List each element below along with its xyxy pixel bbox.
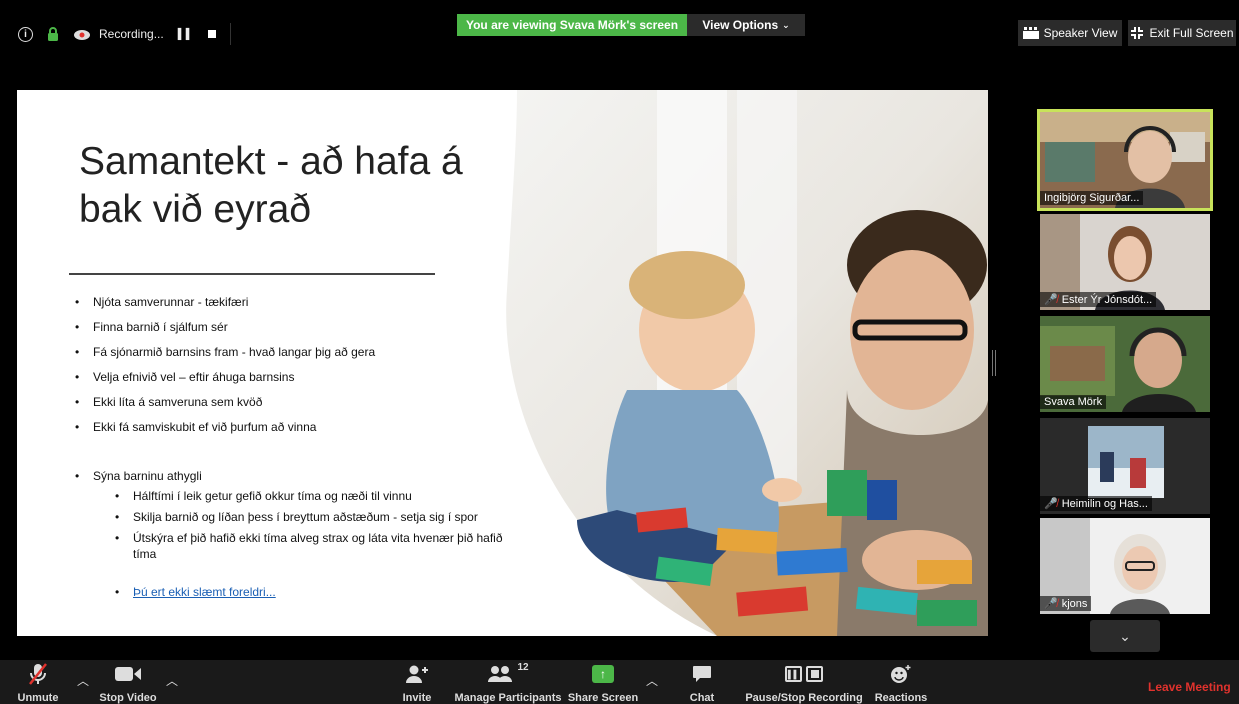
participant-name-label: 🎤̸ Heimilin og Has... <box>1040 496 1152 511</box>
divider <box>229 23 231 45</box>
unmute-label: Unmute <box>17 692 59 704</box>
chevron-down-icon: ⌄ <box>1119 627 1131 644</box>
slide-title: Samantekt - að hafa á bak við eyrað <box>79 140 463 231</box>
exit-fullscreen-label: Exit Full Screen <box>1149 26 1234 40</box>
info-icon[interactable]: i <box>18 26 33 42</box>
add-person-icon <box>406 665 428 683</box>
reactions-label: Reactions <box>874 692 928 704</box>
manage-participants-button[interactable]: 12 Manage Participants <box>452 660 564 704</box>
shared-screen: Samantekt - að hafa á bak við eyrað Njót… <box>17 90 988 636</box>
video-camera-icon <box>115 667 141 681</box>
share-screen-label: Share Screen <box>567 692 639 704</box>
gallery-scroll-down-button[interactable]: ⌄ <box>1090 620 1160 652</box>
pause-recording-icon[interactable]: ▌▌ <box>178 29 194 40</box>
chat-label: Chat <box>689 692 715 704</box>
invite-label: Invite <box>402 692 432 704</box>
participant-tile[interactable]: 🎤̸ Heimilin og Has... <box>1040 418 1210 514</box>
sub-bullet-item: Skilja barnið og líðan þess í breyttum a… <box>75 509 535 525</box>
muted-mic-icon <box>29 663 47 685</box>
reactions-button[interactable]: Reactions <box>874 660 928 704</box>
muted-mic-icon: 🎤̸ <box>1044 498 1058 510</box>
leave-meeting-button[interactable]: Leave Meeting <box>1148 680 1231 694</box>
participants-icon <box>488 666 513 682</box>
stop-video-label: Stop Video <box>99 692 157 704</box>
sub-bullet-item: Útskýra ef þið hafið ekki tíma alveg str… <box>75 530 523 562</box>
meeting-status-bar: i Recording... ▌▌ <box>18 18 231 50</box>
smiley-plus-icon <box>891 665 911 683</box>
participant-tile[interactable]: 🎤̸ kjons <box>1040 518 1210 614</box>
view-options-label: View Options <box>702 18 779 32</box>
participant-name: Ingibjörg Sigurðar... <box>1044 192 1140 204</box>
slide-bullet-list: Njóta samverunnar - tækifæri Finna barni… <box>75 294 535 605</box>
share-screen-button[interactable]: ↑ Share Screen <box>568 660 638 704</box>
slide-link[interactable]: Þú ert ekki slæmt foreldri... <box>133 585 276 599</box>
stop-recording-icon[interactable] <box>207 30 216 38</box>
cloud-recording-icon <box>74 30 90 40</box>
video-options-caret[interactable]: ︿ <box>166 672 178 689</box>
lock-icon[interactable] <box>47 26 59 42</box>
unmute-button[interactable]: Unmute <box>8 660 68 704</box>
stop-video-button[interactable]: Stop Video <box>95 660 161 704</box>
participant-tile[interactable]: Svava Mörk <box>1040 316 1210 412</box>
bullet-item: Velja efnivið vel – eftir áhuga barnsins <box>75 369 535 394</box>
participant-name: Ester Ýr Jónsdót... <box>1061 293 1153 306</box>
speaker-view-label: Speaker View <box>1043 26 1118 40</box>
bullet-item: Njóta samverunnar - tækifæri <box>75 294 535 319</box>
chat-bubble-icon <box>693 666 711 682</box>
recording-indicator[interactable]: Recording... <box>73 27 164 41</box>
pause-icon: ▌▌ <box>785 666 802 682</box>
speaker-view-icon <box>1022 27 1039 39</box>
slide-title-underline <box>69 273 435 275</box>
participant-tile[interactable]: 🎤̸ Ester Ýr Jónsdót... <box>1040 214 1210 310</box>
invite-button[interactable]: Invite <box>396 660 438 704</box>
bullet-item: Ekki fá samviskubit ef við þurfum að vin… <box>75 419 535 444</box>
manage-participants-label: Manage Participants <box>454 692 562 704</box>
sub-bullet-link-item: Þú ert ekki slæmt foreldri... <box>75 584 535 600</box>
view-options-button[interactable]: View Options ⌄ <box>687 14 805 36</box>
exit-fullscreen-icon <box>1131 27 1144 39</box>
speaker-view-button[interactable]: Speaker View <box>1018 20 1122 46</box>
viewing-screen-banner: You are viewing Svava Mörk's screen <box>457 14 687 36</box>
pause-stop-recording-label: Pause/Stop Recording <box>745 692 863 704</box>
participant-name-label: 🎤̸ Ester Ýr Jónsdót... <box>1040 292 1157 307</box>
chevron-down-icon: ⌄ <box>782 19 790 30</box>
participant-name-label: Svava Mörk <box>1040 395 1107 409</box>
participant-name: Svava Mörk <box>1044 396 1103 408</box>
muted-mic-icon: 🎤̸ <box>1044 598 1058 610</box>
share-options-caret[interactable]: ︿ <box>646 672 658 689</box>
participant-name: Heimilin og Has... <box>1061 497 1148 510</box>
audio-options-caret[interactable]: ︿ <box>77 672 89 689</box>
panel-resize-handle[interactable] <box>992 350 996 376</box>
bullet-item: Finna barnið í sjálfum sér <box>75 319 535 344</box>
participant-name-label: Ingibjörg Sigurðar... <box>1040 191 1144 205</box>
bullet-item: Ekki líta á samveruna sem kvöð <box>75 394 535 419</box>
chat-button[interactable]: Chat <box>684 660 720 704</box>
bullet-item: Fá sjónarmið barnsins fram - hvað langar… <box>75 344 535 369</box>
viewing-text: You are viewing Svava Mörk's screen <box>465 18 679 32</box>
participant-tile[interactable]: Ingibjörg Sigurðar... <box>1037 109 1213 211</box>
recording-label: Recording... <box>99 27 164 41</box>
pause-stop-recording-button[interactable]: ▌▌ Pause/Stop Recording <box>744 660 864 704</box>
participants-count: 12 <box>517 662 529 673</box>
share-screen-icon: ↑ <box>592 665 614 683</box>
sub-bullet-item: Hálftími í leik getur gefið okkur tíma o… <box>75 488 535 504</box>
exit-fullscreen-button[interactable]: Exit Full Screen <box>1128 20 1236 46</box>
participant-name-label: 🎤̸ kjons <box>1040 596 1092 611</box>
bullet-item: Sýna barninu athygli <box>75 468 535 488</box>
meeting-toolbar: Unmute ︿ Stop Video ︿ Invite 12 Manage P… <box>0 660 1239 704</box>
muted-mic-icon: 🎤̸ <box>1044 294 1058 306</box>
stop-icon <box>806 666 823 682</box>
participant-name: kjons <box>1061 597 1088 610</box>
